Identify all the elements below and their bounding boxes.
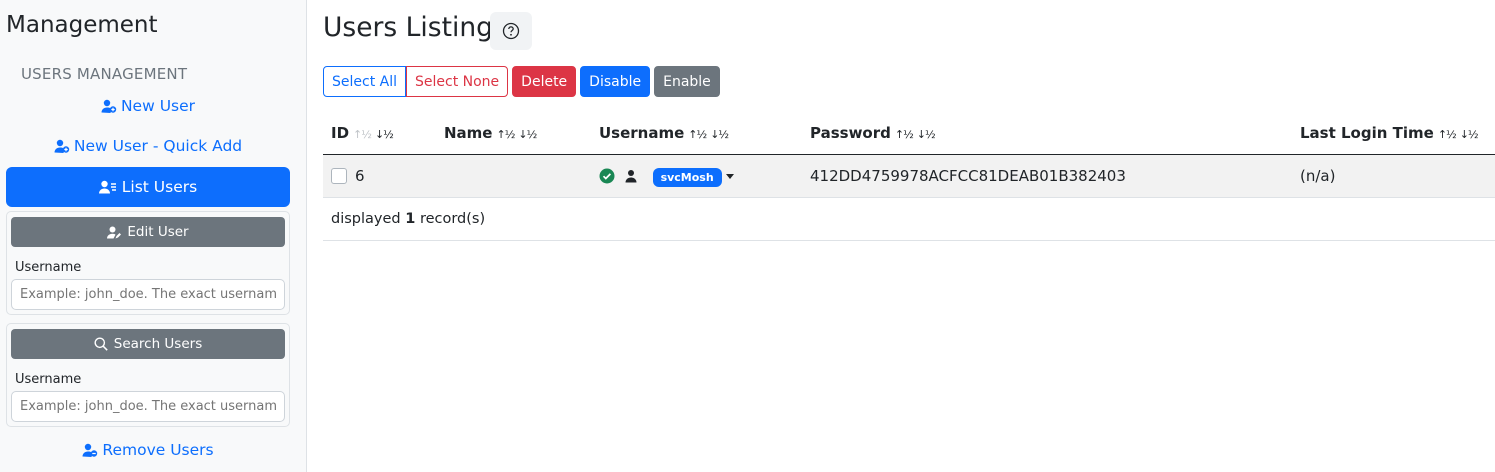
person-icon bbox=[625, 170, 637, 183]
search-users-card: Search Users Username bbox=[6, 323, 290, 427]
table-header-row: ID ↑½ ↓½ Name ↑½ ↓½ Username ↑½ ↓½ Password ↑½ ↓… bbox=[323, 113, 1495, 155]
main-content: Users Listing Select All Select None Del… bbox=[307, 0, 1495, 472]
user-plus-icon bbox=[101, 99, 117, 113]
search-users-button[interactable]: Search Users bbox=[11, 329, 285, 359]
column-header-password[interactable]: Password ↑½ ↓½ bbox=[802, 113, 1292, 155]
question-circle-icon bbox=[502, 22, 520, 40]
user-plus-icon bbox=[54, 139, 70, 153]
cell-id: 6 bbox=[323, 154, 436, 198]
edit-username-input[interactable] bbox=[11, 279, 285, 310]
sort-asc-icon[interactable]: ↑½ bbox=[895, 128, 914, 141]
sidebar-section-heading: USERS MANAGEMENT bbox=[21, 65, 188, 83]
sort-asc-icon[interactable]: ↑½ bbox=[496, 128, 515, 141]
list-users-label: List Users bbox=[121, 178, 198, 196]
column-header-id[interactable]: ID ↑½ ↓½ bbox=[323, 113, 436, 155]
users-table: ID ↑½ ↓½ Name ↑½ ↓½ Username ↑½ ↓½ Password ↑½ ↓… bbox=[323, 113, 1495, 241]
chevron-down-icon[interactable] bbox=[725, 173, 734, 179]
row-id-value: 6 bbox=[355, 166, 365, 185]
app: Management USERS MANAGEMENT New User New… bbox=[0, 0, 1495, 472]
cell-name bbox=[436, 154, 591, 198]
page-title: Users Listing bbox=[323, 12, 493, 43]
search-username-label: Username bbox=[15, 372, 82, 387]
edit-user-button[interactable]: Edit User bbox=[11, 217, 285, 247]
column-last-login-label: Last Login Time bbox=[1300, 124, 1434, 143]
search-users-label: Search Users bbox=[113, 336, 203, 352]
enable-button[interactable]: Enable bbox=[654, 66, 720, 97]
sort-desc-icon[interactable]: ↓½ bbox=[1460, 128, 1479, 141]
table-row: 6 svcMosh 412DD4759978ACFCC81DEAB01B3824… bbox=[323, 154, 1495, 198]
records-count: displayed 1 record(s) bbox=[323, 197, 1495, 241]
cell-username: svcMosh bbox=[591, 154, 802, 198]
cell-last-login: (n/a) bbox=[1292, 154, 1495, 198]
new-user-quick-add-link[interactable]: New User - Quick Add bbox=[6, 137, 290, 155]
records-number: 1 bbox=[405, 210, 416, 227]
remove-users-label: Remove Users bbox=[102, 441, 214, 459]
sort-desc-icon[interactable]: ↓½ bbox=[710, 128, 729, 141]
new-user-link[interactable]: New User bbox=[6, 97, 290, 115]
table-footer-row: displayed 1 record(s) bbox=[323, 197, 1495, 241]
list-users-button[interactable]: List Users bbox=[6, 167, 290, 207]
new-user-quick-add-label: New User - Quick Add bbox=[73, 137, 243, 155]
column-header-username[interactable]: Username ↑½ ↓½ bbox=[591, 113, 802, 155]
column-username-label: Username bbox=[599, 124, 685, 143]
toolbar: Select All Select None Delete Disable En… bbox=[323, 66, 720, 97]
user-remove-icon bbox=[82, 443, 98, 457]
sort-desc-icon[interactable]: ↓½ bbox=[518, 128, 537, 141]
check-circle-icon bbox=[599, 168, 615, 184]
sort-asc-icon[interactable]: ↑½ bbox=[1438, 128, 1457, 141]
search-icon bbox=[94, 337, 108, 351]
select-all-button[interactable]: Select All bbox=[323, 66, 406, 97]
sort-asc-icon[interactable]: ↑½ bbox=[353, 128, 372, 141]
edit-user-card: Edit User Username bbox=[6, 211, 290, 315]
select-none-button[interactable]: Select None bbox=[406, 66, 509, 97]
user-edit-icon bbox=[107, 226, 122, 238]
records-prefix: displayed bbox=[331, 210, 401, 227]
help-button[interactable] bbox=[490, 12, 532, 50]
edit-username-label: Username bbox=[15, 260, 82, 275]
edit-user-label: Edit User bbox=[127, 224, 189, 240]
column-password-label: Password bbox=[810, 124, 891, 143]
disable-button[interactable]: Disable bbox=[580, 66, 651, 97]
remove-users-link[interactable]: Remove Users bbox=[6, 441, 290, 459]
sort-asc-icon[interactable]: ↑½ bbox=[688, 128, 707, 141]
sidebar: Management USERS MANAGEMENT New User New… bbox=[0, 0, 307, 472]
sort-desc-icon[interactable]: ↓½ bbox=[375, 128, 394, 141]
delete-button[interactable]: Delete bbox=[512, 66, 577, 97]
column-name-label: Name bbox=[444, 124, 493, 143]
new-user-label: New User bbox=[120, 97, 196, 115]
sort-desc-icon[interactable]: ↓½ bbox=[917, 128, 936, 141]
records-suffix: record(s) bbox=[419, 210, 486, 227]
row-select-checkbox[interactable] bbox=[331, 168, 347, 184]
user-list-icon bbox=[98, 180, 116, 194]
cell-password: 412DD4759978ACFCC81DEAB01B382403 bbox=[802, 154, 1292, 198]
column-header-name[interactable]: Name ↑½ ↓½ bbox=[436, 113, 591, 155]
username-badge[interactable]: svcMosh bbox=[652, 167, 722, 187]
sidebar-title: Management bbox=[6, 12, 158, 38]
search-username-input[interactable] bbox=[11, 391, 285, 422]
column-header-last-login[interactable]: Last Login Time ↑½ ↓½ bbox=[1292, 113, 1495, 155]
column-id-label: ID bbox=[331, 124, 350, 143]
